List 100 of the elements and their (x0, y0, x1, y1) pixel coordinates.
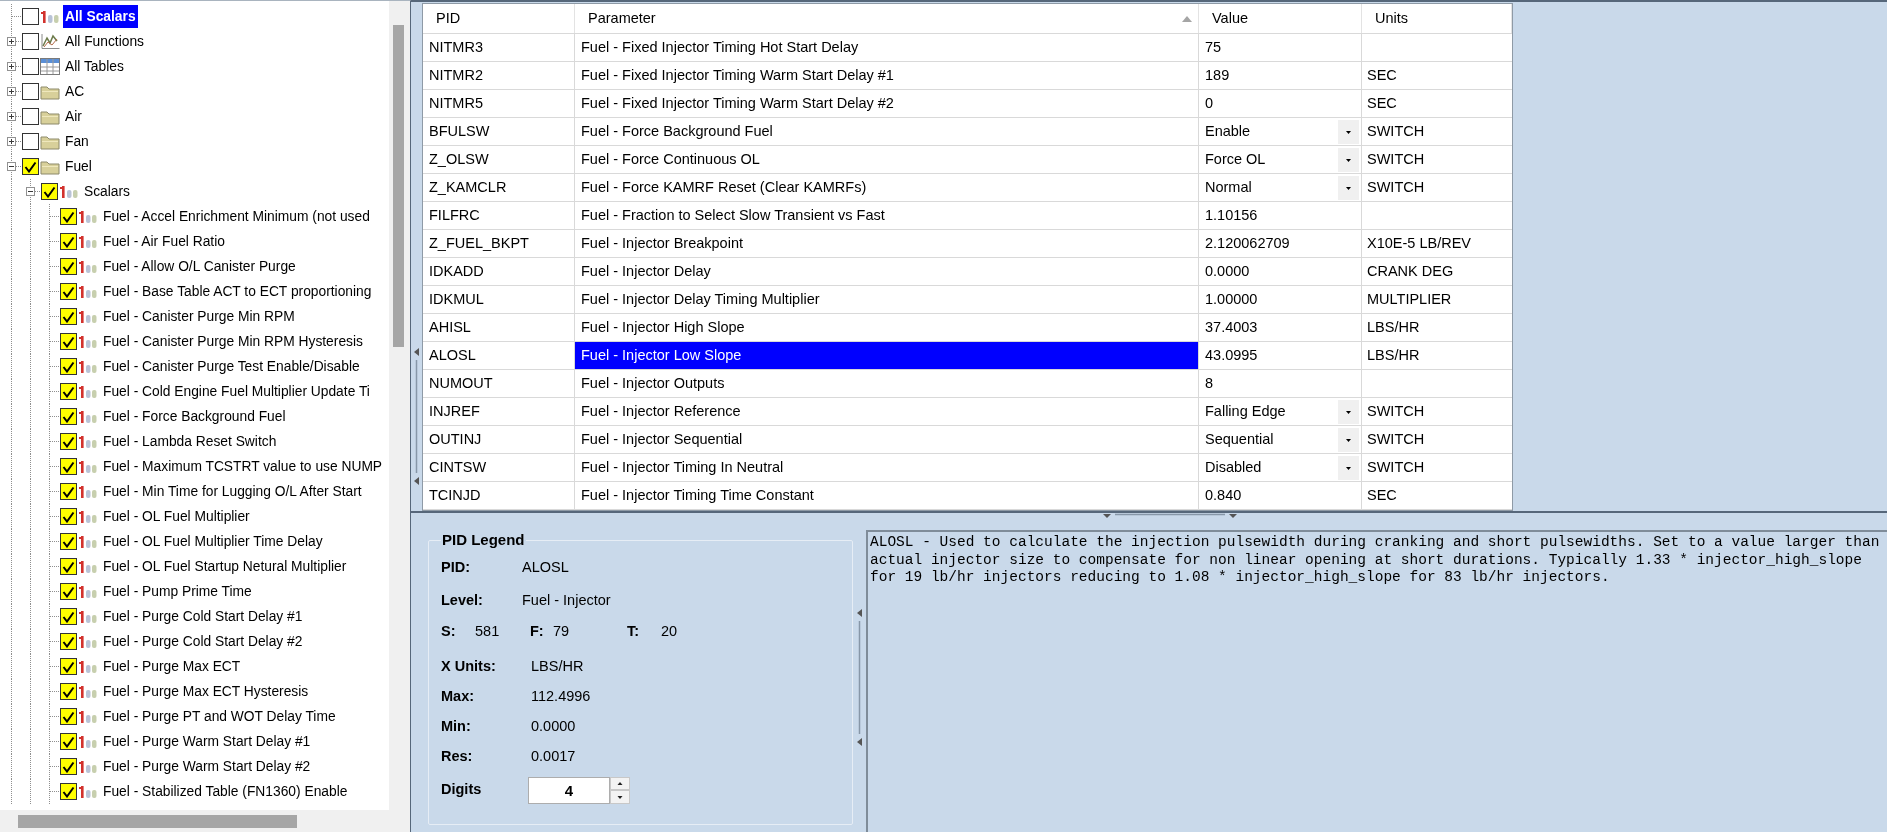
table-cell[interactable]: Fuel - Force KAMRF Reset (Clear KAMRFs) (575, 174, 1199, 201)
tree-item[interactable]: Fuel - Base Table ACT to ECT proportioning (101, 280, 374, 303)
table-cell[interactable]: Fuel - Fixed Injector Timing Warm Start Delay #1 (575, 62, 1199, 89)
checkbox[interactable] (41, 183, 58, 200)
tree-item[interactable]: Fuel - OL Fuel Multiplier Time Delay (101, 530, 325, 553)
scrollbar-thumb[interactable] (18, 815, 297, 828)
tree-item[interactable]: Scalars (82, 180, 132, 203)
tree-item[interactable]: Fuel - Accel Enrichment Minimum (not used (101, 205, 372, 228)
tree-item[interactable]: Fuel - Purge Warm Start Delay #1 (101, 730, 313, 753)
checkbox[interactable] (22, 8, 39, 25)
table-cell[interactable]: Fuel - Injector Timing Time Constant (575, 482, 1199, 509)
tree-item[interactable]: Fuel - Purge PT and WOT Delay Time (101, 705, 338, 728)
checkbox[interactable] (60, 783, 77, 800)
tree-item[interactable]: All Scalars (63, 5, 138, 28)
checkbox[interactable] (60, 283, 77, 300)
expand-icon[interactable] (7, 137, 16, 146)
checkbox[interactable] (60, 433, 77, 450)
table-cell[interactable]: Fuel - Injector Breakpoint (575, 230, 1199, 257)
splitter-grip-icon[interactable] (1103, 513, 1237, 519)
checkbox[interactable] (60, 533, 77, 550)
collapse-icon[interactable] (26, 187, 35, 196)
checkbox[interactable] (60, 258, 77, 275)
checkbox[interactable] (60, 383, 77, 400)
tree-item[interactable]: Fuel - OL Fuel Multiplier (101, 505, 252, 528)
tree-item[interactable]: Fuel - Purge Warm Start Delay #2 (101, 755, 313, 778)
table-cell[interactable]: Fuel - Injector Timing In Neutral (575, 454, 1199, 481)
checkbox[interactable] (60, 708, 77, 725)
checkbox[interactable] (22, 33, 39, 50)
checkbox[interactable] (60, 733, 77, 750)
checkbox[interactable] (60, 358, 77, 375)
table-cell[interactable]: Fuel - Injector Outputs (575, 370, 1199, 397)
table-cell[interactable]: Fuel - Injector Delay Timing Multiplier (575, 286, 1199, 313)
tree-item[interactable]: Fuel - Purge Cold Start Delay #2 (101, 630, 305, 653)
checkbox[interactable] (60, 558, 77, 575)
expand-icon[interactable] (7, 87, 16, 96)
collapse-icon[interactable] (7, 162, 16, 171)
checkbox[interactable] (22, 58, 39, 75)
tree-item[interactable]: Fuel - Canister Purge Min RPM (101, 305, 297, 328)
tree-item[interactable]: Fuel - Min Time for Lugging O/L After Start (101, 480, 364, 503)
expand-icon[interactable] (7, 37, 16, 46)
checkbox[interactable] (60, 483, 77, 500)
checkbox[interactable] (60, 233, 77, 250)
column-header[interactable]: Value (1199, 4, 1362, 33)
tree-item[interactable]: Fuel - Purge Cold Start Delay #1 (101, 605, 305, 628)
tree-item[interactable]: Fuel - Lambda Reset Switch (101, 430, 279, 453)
checkbox[interactable] (22, 133, 39, 150)
table-cell[interactable]: Fuel - Injector Sequential (575, 426, 1199, 453)
vertical-scrollbar[interactable] (389, 1, 410, 810)
tree-item[interactable]: Fuel - Allow O/L Canister Purge (101, 255, 298, 278)
caret-up-icon[interactable] (610, 776, 630, 790)
digits-field[interactable]: 4 (528, 776, 610, 804)
column-header[interactable]: PID (423, 4, 575, 33)
checkbox[interactable] (22, 158, 39, 175)
table-cell[interactable]: Fuel - Force Continuous OL (575, 146, 1199, 173)
value-dropdown[interactable]: Disabled (1199, 454, 1362, 481)
value-dropdown[interactable]: Force OL (1199, 146, 1362, 173)
table-cell[interactable]: Fuel - Force Background Fuel (575, 118, 1199, 145)
table-cell[interactable]: Fuel - Fixed Injector Timing Hot Start Delay (575, 34, 1199, 61)
column-header[interactable]: Parameter (575, 4, 1199, 33)
tree-item[interactable]: Fuel - Purge Max ECT (101, 655, 243, 678)
checkbox[interactable] (60, 333, 77, 350)
tree-item[interactable]: Fan (63, 130, 91, 153)
tree-item[interactable]: Fuel - Maximum TCSTRT value to use NUMP (101, 455, 385, 478)
table-cell[interactable]: Fuel - Injector Delay (575, 258, 1199, 285)
tree-item[interactable]: Fuel - OL Fuel Startup Netural Multiplier (101, 555, 349, 578)
checkbox[interactable] (60, 658, 77, 675)
checkbox[interactable] (60, 583, 77, 600)
description-field[interactable]: ALOSL - Used to calculate the injection pulsewidth during cranking and short pulsewidths. Set to a value larger than actual injector size to compensate for non linear opening at short durations. Typically 1.33 * injector_high_slope for 19 lb/hr injectors reducing to 1.08 * injector_high_slope for 83 lb/hr injectors. (866, 530, 1887, 832)
tree-item[interactable]: Fuel - Purge Max ECT Hysteresis (101, 680, 311, 703)
value-dropdown[interactable]: Enable (1199, 118, 1362, 145)
splitter-grip-icon[interactable] (413, 348, 420, 485)
horizontal-scrollbar[interactable] (0, 810, 410, 832)
value-dropdown[interactable]: Normal (1199, 174, 1362, 201)
checkbox[interactable] (60, 633, 77, 650)
table-cell[interactable]: Fuel - Fixed Injector Timing Warm Start Delay #2 (575, 90, 1199, 117)
tree-item[interactable]: Air (63, 105, 84, 128)
tree-item[interactable]: Fuel - Air Fuel Ratio (101, 230, 227, 253)
checkbox[interactable] (60, 683, 77, 700)
tree-item[interactable]: Fuel - Stabilized Table (FN1360) Enable (101, 780, 350, 803)
checkbox[interactable] (22, 108, 39, 125)
tree-item[interactable]: Fuel - Cold Engine Fuel Multiplier Update Ti (101, 380, 372, 403)
column-header[interactable]: Units (1362, 4, 1512, 33)
tree-item[interactable]: AC (63, 80, 87, 103)
table-cell[interactable]: Fuel - Fraction to Select Slow Transient vs Fast (575, 202, 1199, 229)
scrollbar-thumb[interactable] (393, 25, 404, 347)
checkbox[interactable] (60, 508, 77, 525)
checkbox[interactable] (60, 758, 77, 775)
tree-item[interactable]: All Tables (63, 55, 126, 78)
tree-item[interactable]: Fuel - Pump Prime Time (101, 580, 254, 603)
tree-item[interactable]: All Functions (63, 30, 146, 53)
table-cell[interactable]: Fuel - Injector High Slope (575, 314, 1199, 341)
checkbox[interactable] (60, 208, 77, 225)
checkbox[interactable] (60, 408, 77, 425)
splitter-grip-icon[interactable] (856, 609, 863, 746)
value-dropdown[interactable]: Sequential (1199, 426, 1362, 453)
checkbox[interactable] (60, 308, 77, 325)
tree-item[interactable]: Fuel (63, 155, 94, 178)
tree-item[interactable]: Fuel - Canister Purge Min RPM Hysteresis (101, 330, 365, 353)
table-cell[interactable]: Fuel - Injector Reference (575, 398, 1199, 425)
checkbox[interactable] (60, 608, 77, 625)
